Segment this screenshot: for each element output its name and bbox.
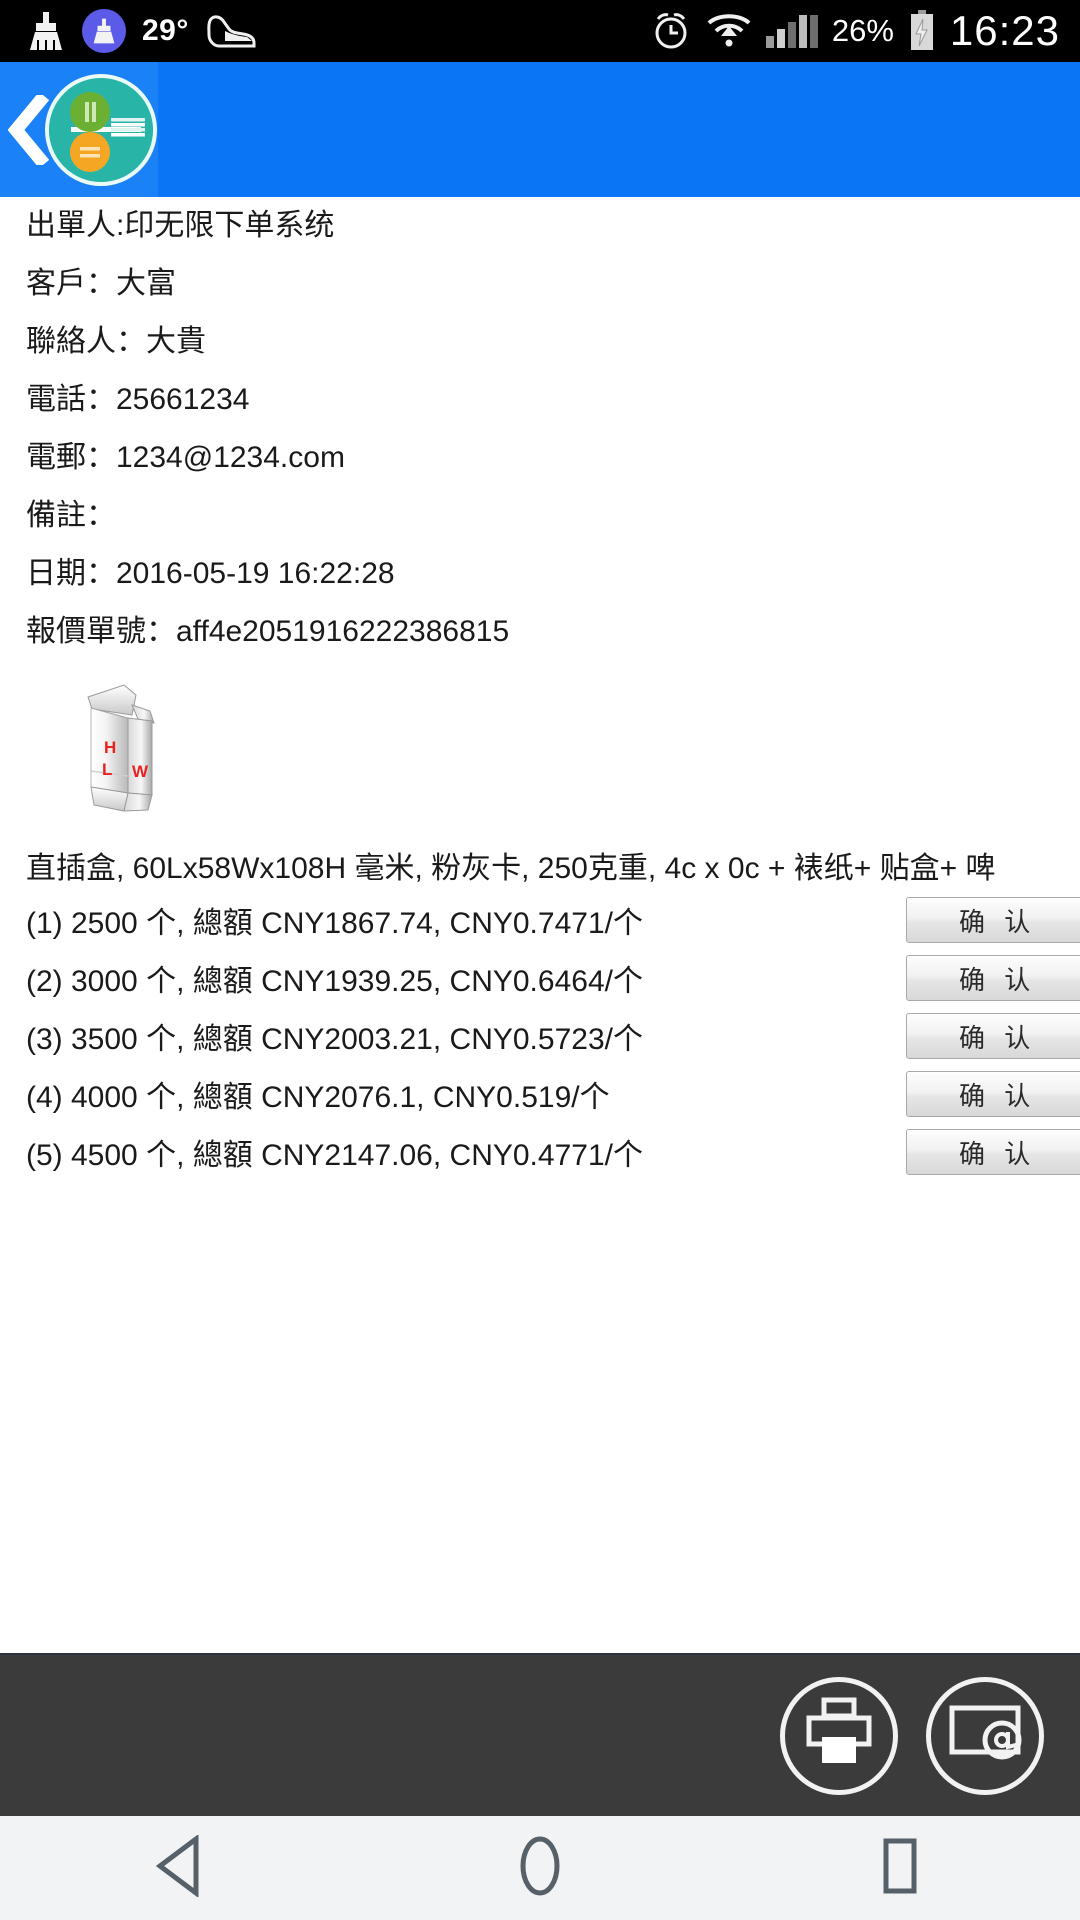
nav-back-button[interactable] <box>80 1816 280 1920</box>
phone-screen: 29° 26% 16:23 出單人: 印无限下单系统 客戶： 大富 聯絡人： 大… <box>0 0 1080 1920</box>
nav-recents-button[interactable] <box>800 1816 1000 1920</box>
phone-row: 電話： 25661234 <box>0 371 1080 429</box>
app-bar <box>0 62 1080 197</box>
quote-number-row: 報價單號： aff4e2051916222386815 <box>0 603 1080 661</box>
issuer-label: 出單人: <box>26 209 125 242</box>
order-detail-content: 出單人: 印无限下单系统 客戶： 大富 聯絡人： 大貴 電話： 25661234… <box>0 197 1080 1181</box>
customer-row: 客戶： 大富 <box>0 255 1080 313</box>
quote-text: (1) 2500 个, 總額 CNY1867.74, CNY0.7471/个 <box>26 907 643 940</box>
email-button[interactable] <box>926 1676 1044 1795</box>
diagram-label-l: L <box>102 760 112 779</box>
status-bar-right: 26% 16:23 <box>650 7 1080 55</box>
print-button[interactable] <box>780 1676 898 1795</box>
printer-icon <box>800 1697 878 1774</box>
wifi-icon <box>706 13 752 49</box>
diagram-label-w: W <box>132 762 149 781</box>
customer-label: 客戶： <box>26 267 116 300</box>
email-value: 1234@1234.com <box>116 441 345 474</box>
date-row: 日期： 2016-05-19 16:22:28 <box>0 545 1080 603</box>
confirm-button-5[interactable]: 确 认 <box>906 1129 1080 1175</box>
quote-text: (3) 3500 个, 總額 CNY2003.21, CNY0.5723/个 <box>26 1023 643 1056</box>
confirm-button-4[interactable]: 确 认 <box>906 1071 1080 1117</box>
confirm-button-1[interactable]: 确 认 <box>906 897 1080 943</box>
email-row: 電郵： 1234@1234.com <box>0 429 1080 487</box>
status-bar-left: 29° <box>0 9 257 53</box>
remark-row: 備註： <box>0 487 1080 545</box>
contact-row: 聯絡人： 大貴 <box>0 313 1080 371</box>
bottom-toolbar <box>0 1653 1080 1816</box>
quote-text: (2) 3000 个, 總額 CNY1939.25, CNY0.6464/个 <box>26 965 643 998</box>
temperature-indicator: 29° <box>142 14 189 47</box>
chevron-left-icon <box>7 91 50 168</box>
contact-value: 大貴 <box>146 325 206 358</box>
signal-icon <box>765 14 818 48</box>
broom-icon <box>26 10 66 52</box>
quote-row-2: (2) 3000 个, 總額 CNY1939.25, CNY0.6464/个 确… <box>0 949 1080 1007</box>
home-circle-icon <box>516 1835 564 1902</box>
product-description: 直插盒, 60Lx58Wx108H 毫米, 粉灰卡, 250克重, 4c x 0… <box>26 852 996 885</box>
date-value: 2016-05-19 16:22:28 <box>116 557 395 590</box>
email-label: 電郵： <box>26 441 116 474</box>
broom-badge-icon <box>82 9 126 53</box>
issuer-row: 出單人: 印无限下单系统 <box>0 197 1080 255</box>
confirm-button-3[interactable]: 确 认 <box>906 1013 1080 1059</box>
diagram-label-h: H <box>104 738 116 757</box>
battery-charging-icon <box>908 10 936 52</box>
date-label: 日期： <box>26 557 116 590</box>
app-logo[interactable] <box>45 74 157 186</box>
quote-row-5: (5) 4500 个, 總額 CNY2147.06, CNY0.4771/个 确… <box>0 1123 1080 1181</box>
battery-percent-label: 26% <box>831 13 894 48</box>
shoe-icon <box>205 11 257 51</box>
carton-diagram: H L W <box>58 675 178 825</box>
contact-label: 聯絡人： <box>26 325 146 358</box>
nav-home-button[interactable] <box>440 1816 640 1920</box>
alarm-icon <box>650 10 692 52</box>
issuer-value: 印无限下单系统 <box>124 209 335 242</box>
phone-value: 25661234 <box>116 383 250 416</box>
quote-row-4: (4) 4000 个, 總額 CNY2076.1, CNY0.519/个 确 认 <box>0 1065 1080 1123</box>
quote-number-label: 報價單號： <box>26 615 176 648</box>
android-nav-bar <box>0 1816 1080 1920</box>
clock-label: 16:23 <box>949 7 1060 54</box>
quote-text: (4) 4000 个, 總額 CNY2076.1, CNY0.519/个 <box>26 1081 610 1114</box>
remark-label: 備註： <box>26 499 116 532</box>
email-icon <box>946 1702 1024 1769</box>
back-triangle-icon <box>152 1833 208 1902</box>
quote-row-1: (1) 2500 个, 總額 CNY1867.74, CNY0.7471/个 确… <box>0 891 1080 949</box>
phone-label: 電話： <box>26 383 116 416</box>
customer-value: 大富 <box>116 267 176 300</box>
quote-row-3: (3) 3500 个, 總額 CNY2003.21, CNY0.5723/个 确… <box>0 1007 1080 1065</box>
confirm-button-2[interactable]: 确 认 <box>906 955 1080 1001</box>
status-bar: 29° 26% 16:23 <box>0 0 1080 62</box>
recents-square-icon <box>878 1835 922 1902</box>
quote-text: (5) 4500 个, 總額 CNY2147.06, CNY0.4771/个 <box>26 1139 643 1172</box>
quote-number-value: aff4e2051916222386815 <box>176 615 510 648</box>
